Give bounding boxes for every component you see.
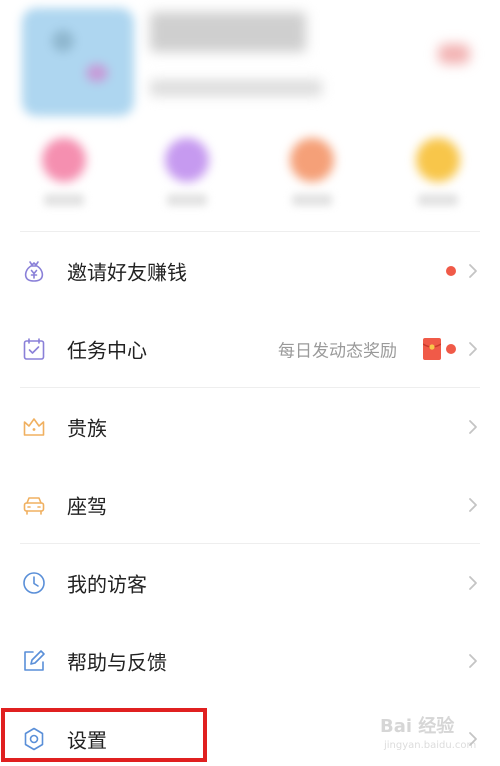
profile-badge-blurred[interactable]	[438, 44, 470, 64]
user-stats-blurred	[150, 80, 322, 96]
shortcut-label-blurred	[418, 194, 458, 206]
avatar-detail	[52, 30, 74, 52]
notification-dot	[446, 266, 456, 276]
gear-icon	[21, 726, 47, 752]
chevron-right-icon	[466, 261, 480, 281]
menu-item-invite[interactable]: 邀请好友赚钱	[0, 232, 500, 310]
shortcut-label-blurred	[44, 194, 84, 206]
chevron-right-icon	[466, 651, 480, 671]
shortcut-icon	[165, 138, 209, 182]
notification-dot	[446, 344, 456, 354]
menu-item-nobility[interactable]: 贵族	[0, 388, 500, 466]
chevron-right-icon	[466, 417, 480, 437]
menu-item-label: 帮助与反馈	[67, 650, 167, 675]
menu-item-label: 任务中心	[67, 338, 147, 363]
baidu-watermark: Bai 经验 jingyan.baidu.com	[372, 708, 496, 760]
avatar[interactable]	[22, 8, 134, 116]
money-bag-icon	[21, 258, 47, 284]
red-envelope-icon	[423, 338, 441, 360]
car-icon	[21, 492, 47, 518]
chevron-right-icon	[466, 339, 480, 359]
shortcut-4[interactable]	[408, 138, 468, 220]
shortcut-2[interactable]	[157, 138, 217, 220]
menu-item-help[interactable]: 帮助与反馈	[0, 622, 500, 700]
chevron-right-icon	[466, 495, 480, 515]
menu-item-tasks[interactable]: 任务中心 每日发动态奖励	[0, 310, 500, 388]
menu-item-label: 邀请好友赚钱	[67, 260, 187, 285]
shortcut-3[interactable]	[282, 138, 342, 220]
profile-header	[0, 0, 500, 232]
menu-item-label: 贵族	[67, 416, 107, 441]
calendar-check-icon	[21, 336, 47, 362]
chevron-right-icon	[466, 573, 480, 593]
menu-item-mount[interactable]: 座驾	[0, 466, 500, 544]
clock-icon	[21, 570, 47, 596]
watermark-title: Bai 经验	[380, 716, 455, 737]
menu-item-label: 我的访客	[67, 572, 147, 597]
avatar-detail	[86, 64, 108, 82]
shortcut-1[interactable]	[34, 138, 94, 220]
edit-icon	[21, 648, 47, 674]
menu-item-label: 设置	[67, 728, 107, 753]
username-blurred	[150, 12, 306, 52]
task-reward-hint: 每日发动态奖励	[278, 341, 397, 362]
shortcut-icon	[42, 138, 86, 182]
shortcut-label-blurred	[167, 194, 207, 206]
shortcut-icon	[416, 138, 460, 182]
menu-item-visitors[interactable]: 我的访客	[0, 544, 500, 622]
shortcut-label-blurred	[292, 194, 332, 206]
crown-icon	[21, 414, 47, 440]
watermark-url: jingyan.baidu.com	[384, 740, 477, 751]
shortcut-icon	[290, 138, 334, 182]
menu-item-label: 座驾	[67, 494, 107, 519]
